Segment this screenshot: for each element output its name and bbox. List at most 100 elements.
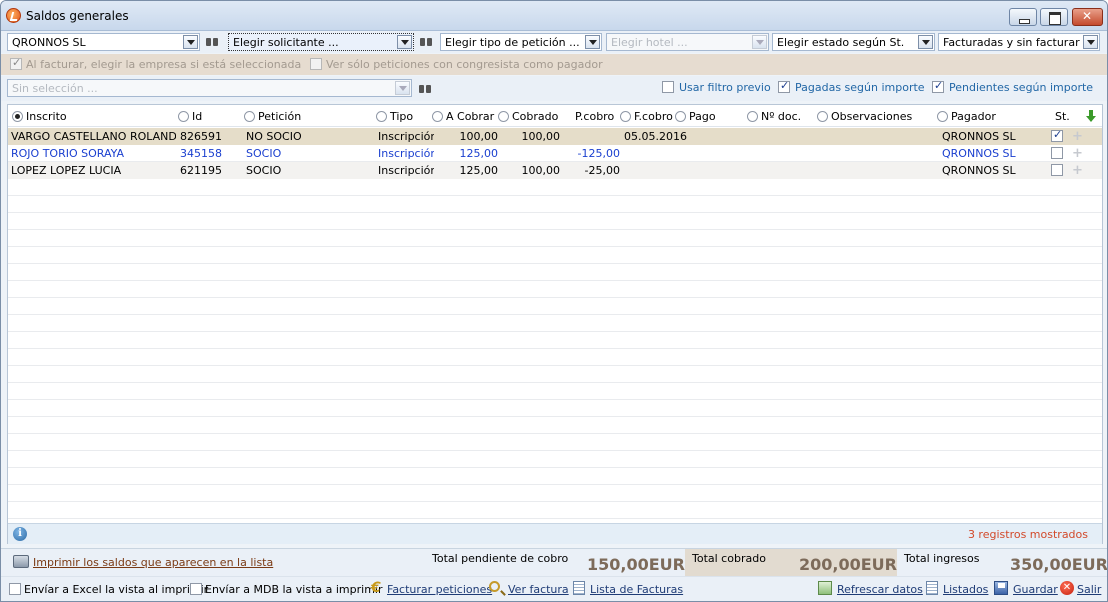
col-f-cobro[interactable]: F.cobro: [620, 110, 673, 123]
lista-facturas-link[interactable]: Lista de Facturas: [590, 583, 683, 596]
col-st[interactable]: St.: [1055, 110, 1070, 123]
sort-radio[interactable]: [817, 111, 828, 122]
tipo-peticion-select[interactable]: Elegir tipo de petición ...: [440, 33, 602, 51]
sort-radio[interactable]: [675, 111, 686, 122]
cell-cobrado: 100,00: [521, 164, 561, 177]
cell-a-cobrar: 100,00: [459, 130, 499, 143]
col-pagador[interactable]: Pagador: [937, 110, 996, 123]
cell-cobrado: 100,00: [521, 130, 561, 143]
chevron-down-icon[interactable]: [918, 35, 933, 49]
euro-icon: €: [371, 580, 381, 596]
cell-inscrito: LOPEZ LOPEZ LUCIA: [11, 164, 122, 177]
sort-radio[interactable]: [178, 111, 189, 122]
arrow-down-icon[interactable]: [1086, 110, 1096, 122]
chevron-down-icon[interactable]: [585, 35, 600, 49]
chevron-down-icon[interactable]: [183, 35, 198, 49]
grid-header: Inscrito Id Petición Tipo A Cobrar Cobra…: [8, 105, 1102, 127]
col-a-cobrar-label: A Cobrar: [446, 110, 495, 123]
facturacion-select[interactable]: Facturadas y sin facturar: [938, 33, 1100, 51]
binoculars-icon[interactable]: [419, 82, 432, 94]
cell-p-cobro: -125,00: [577, 147, 620, 160]
close-button[interactable]: [1072, 8, 1103, 26]
col-st-label: St.: [1055, 110, 1070, 123]
total-ingresos: Total ingresos 350,00EUR: [899, 549, 1108, 576]
sort-radio[interactable]: [376, 111, 387, 122]
window-title: Saldos generales: [26, 9, 129, 23]
record-count: 3 registros mostrados: [967, 528, 1088, 541]
sort-radio[interactable]: [620, 111, 631, 122]
seleccion-select[interactable]: Sin selección ...: [7, 79, 412, 97]
usar-filtro-label: Usar filtro previo: [679, 81, 771, 94]
sort-radio[interactable]: [937, 111, 948, 122]
salir-link[interactable]: Salir: [1077, 583, 1101, 596]
empresa-select[interactable]: QRONNOS SL: [7, 33, 200, 51]
estado-select[interactable]: Elegir estado según St.: [772, 33, 935, 51]
table-row[interactable]: VARGO CASTELLANO ROLANDO 826591 NO SOCIO…: [8, 128, 1102, 145]
refrescar-datos-link[interactable]: Refrescar datos: [837, 583, 923, 596]
chevron-down-icon[interactable]: [752, 35, 767, 49]
col-id[interactable]: Id: [178, 110, 202, 123]
title-bar: Saldos generales: [1, 1, 1107, 31]
sort-radio[interactable]: [244, 111, 255, 122]
facturar-peticiones-link[interactable]: Facturar peticiones: [387, 583, 492, 596]
list-icon: [573, 581, 585, 595]
sort-radio[interactable]: [498, 111, 509, 122]
cell-pagador: QRONNOS SL: [942, 130, 1016, 143]
col-pagador-label: Pagador: [951, 110, 996, 123]
excel-checkbox[interactable]: [9, 583, 21, 595]
ver-solo-checkbox[interactable]: [310, 58, 322, 70]
solicitante-value: Elegir solicitante ...: [233, 36, 339, 49]
col-pago[interactable]: Pago: [675, 110, 716, 123]
solicitante-select[interactable]: Elegir solicitante ...: [228, 33, 414, 51]
pendientes-label: Pendientes según importe: [949, 81, 1094, 94]
st-checkbox[interactable]: [1051, 147, 1063, 159]
guardar-link[interactable]: Guardar: [1013, 583, 1058, 596]
st-checkbox[interactable]: [1051, 128, 1063, 142]
binoculars-icon[interactable]: [420, 35, 433, 47]
col-cobrado[interactable]: Cobrado: [498, 110, 558, 123]
table-row[interactable]: LOPEZ LOPEZ LUCIA 621195 SOCIO Inscripci…: [8, 162, 1102, 179]
listados-link[interactable]: Listados: [943, 583, 988, 596]
plus-icon[interactable]: +: [1072, 146, 1083, 161]
col-peticion[interactable]: Petición: [244, 110, 301, 123]
minimize-button[interactable]: [1009, 8, 1037, 26]
col-tipo[interactable]: Tipo: [376, 110, 413, 123]
col-inscrito[interactable]: Inscrito: [12, 110, 67, 123]
plus-icon[interactable]: +: [1072, 163, 1083, 178]
plus-icon[interactable]: +: [1072, 129, 1083, 144]
filter-bar: QRONNOS SL Elegir solicitante ... Elegir…: [1, 31, 1107, 53]
exit-icon: ✕: [1060, 581, 1074, 595]
chevron-down-icon[interactable]: [395, 81, 410, 95]
chevron-down-icon[interactable]: [1083, 35, 1098, 49]
sort-radio[interactable]: [12, 111, 23, 122]
sort-radio[interactable]: [432, 111, 443, 122]
info-icon[interactable]: i: [13, 527, 27, 541]
pagadas-checkbox[interactable]: [778, 79, 790, 93]
cell-id: 826591: [180, 130, 222, 143]
col-peticion-label: Petición: [258, 110, 302, 123]
mdb-checkbox[interactable]: [190, 583, 202, 595]
al-facturar-checkbox[interactable]: [10, 56, 22, 70]
cell-tipo: Inscripción: [378, 147, 434, 160]
col-n-doc[interactable]: Nº doc.: [747, 110, 801, 123]
binoculars-icon[interactable]: [206, 35, 219, 47]
st-checkbox[interactable]: [1051, 164, 1063, 176]
hotel-select[interactable]: Elegir hotel ...: [606, 33, 769, 51]
chevron-down-icon[interactable]: [397, 35, 412, 49]
col-p-cobro[interactable]: P.cobro: [575, 110, 614, 123]
ver-factura-link[interactable]: Ver factura: [508, 583, 569, 596]
col-observaciones-label: Observaciones: [831, 110, 913, 123]
pendientes-checkbox[interactable]: [932, 79, 944, 93]
print-link[interactable]: Imprimir los saldos que aparecen en la l…: [13, 555, 273, 569]
col-a-cobrar[interactable]: A Cobrar: [432, 110, 494, 123]
maximize-button[interactable]: [1040, 8, 1068, 26]
totals-bar: Imprimir los saldos que aparecen en la l…: [1, 548, 1107, 576]
col-observaciones[interactable]: Observaciones: [817, 110, 912, 123]
total-ingresos-value: 350,00EUR: [1010, 555, 1108, 574]
cell-p-cobro: -25,00: [584, 164, 620, 177]
seleccion-value: Sin selección ...: [12, 82, 98, 95]
sort-radio[interactable]: [747, 111, 758, 122]
usar-filtro-checkbox[interactable]: [662, 81, 674, 93]
al-facturar-label: Al facturar, elegir la empresa si está s…: [26, 58, 302, 71]
table-row[interactable]: ROJO TORIO SORAYA 345158 SOCIO Inscripci…: [8, 145, 1102, 162]
